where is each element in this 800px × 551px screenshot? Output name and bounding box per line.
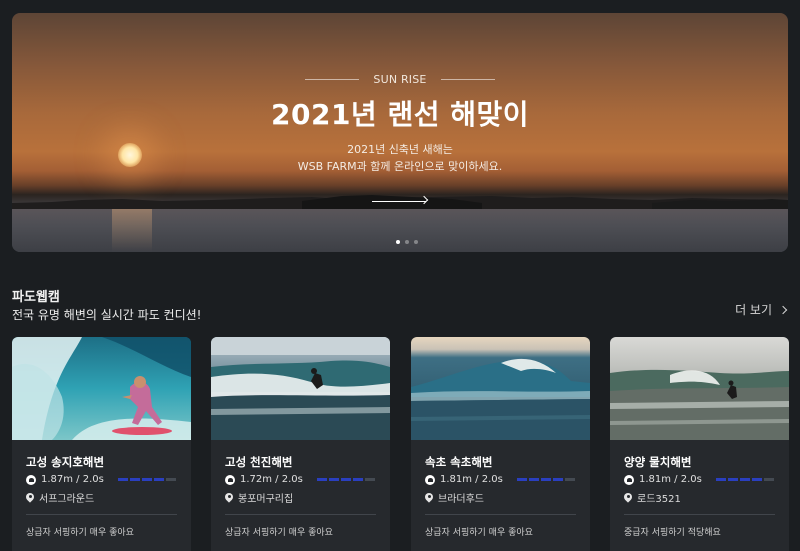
surf-shop[interactable]: 로드3521 [624, 490, 681, 505]
webcam-thumbnail[interactable] [12, 337, 191, 440]
wave-icon [425, 474, 435, 485]
level-bar [764, 478, 774, 481]
hero-eyebrow-text: SUN RISE [373, 73, 427, 86]
sun-reflection [112, 209, 152, 252]
beach-name: 속초 속초해변 [425, 455, 493, 469]
wave-value: 1.87m / 2.0s [41, 474, 104, 485]
location-pin-icon [425, 493, 433, 503]
beach-name: 고성 송지호해변 [26, 455, 105, 469]
eyebrow-line-right [440, 79, 495, 80]
level-bar [341, 478, 351, 481]
hero-subtitle-line1: 2021년 신축년 새해는 [347, 143, 453, 156]
card-divider [425, 514, 576, 515]
surf-shop[interactable]: 브라더후드 [425, 490, 484, 505]
level-bar [365, 478, 375, 481]
wave-icon [624, 474, 634, 485]
surfer-photo-2 [211, 337, 390, 440]
level-bar [130, 478, 140, 481]
card-divider [624, 514, 775, 515]
level-bar [728, 478, 738, 481]
location-pin-icon [225, 493, 233, 503]
level-bar [565, 478, 575, 481]
level-bar [353, 478, 363, 481]
surf-shop[interactable]: 서프그라운드 [26, 490, 94, 505]
chevron-right-icon [778, 305, 788, 314]
level-bar [553, 478, 563, 481]
webcam-thumbnail[interactable] [411, 337, 590, 440]
wave-level-bars [517, 478, 575, 481]
hero-title: 2021년 랜선 해맞이 [271, 98, 529, 131]
surf-shop-name: 봉포머구리집 [238, 494, 294, 505]
level-bar [517, 478, 527, 481]
webcam-card-3[interactable]: 속초 속초해변 1.81m / 2.0s 브라더후드 상급자 서핑하기 매우 좋… [411, 337, 590, 551]
hero-arrow-link[interactable] [372, 194, 429, 208]
level-bar [716, 478, 726, 481]
webcam-thumbnail[interactable] [211, 337, 390, 440]
wave-level-bars [118, 478, 176, 481]
more-link[interactable]: 더 보기 [735, 301, 788, 318]
more-link-label: 더 보기 [735, 303, 772, 317]
wave-photo-3 [411, 337, 590, 440]
wave-value: 1.81m / 2.0s [639, 474, 702, 485]
level-bar [541, 478, 551, 481]
level-bar [740, 478, 750, 481]
surf-shop-name: 로드3521 [637, 494, 681, 505]
level-bar [329, 478, 339, 481]
hero-banner[interactable]: SUN RISE 2021년 랜선 해맞이 2021년 신축년 새해는 WSB … [12, 13, 788, 252]
wave-metric: 1.81m / 2.0s [624, 474, 702, 485]
condition-description: 중급자 서핑하기 적당해요 [624, 528, 721, 538]
wave-metric: 1.87m / 2.0s [26, 474, 104, 485]
surfer-photo-4 [610, 337, 789, 440]
wave-metric: 1.81m / 2.0s [425, 474, 503, 485]
slide-dot-1[interactable] [396, 240, 400, 244]
webcam-thumbnail[interactable] [610, 337, 789, 440]
hero-subtitle-line2: WSB FARM과 함께 온라인으로 맞이하세요. [297, 160, 503, 173]
level-bar [142, 478, 152, 481]
hero-eyebrow: SUN RISE [12, 73, 788, 86]
eyebrow-line-left [305, 79, 360, 80]
surfer-photo-1 [12, 337, 191, 440]
wave-value: 1.72m / 2.0s [240, 474, 303, 485]
section-title: 파도웹캠 [12, 290, 60, 305]
level-bar [752, 478, 762, 481]
condition-description: 상급자 서핑하기 매우 좋아요 [26, 528, 134, 538]
wave-icon [26, 474, 36, 485]
condition-description: 상급자 서핑하기 매우 좋아요 [225, 528, 333, 538]
beach-name: 고성 천진해변 [225, 455, 293, 469]
webcam-card-2[interactable]: 고성 천진해변 1.72m / 2.0s 봉포머구리집 상급자 서핑하기 매우 … [211, 337, 390, 551]
arrow-right-icon [372, 201, 426, 202]
card-divider [26, 514, 177, 515]
arrow-head-icon [419, 195, 429, 205]
level-bar [154, 478, 164, 481]
card-divider [225, 514, 376, 515]
level-bar [529, 478, 539, 481]
level-bar [166, 478, 176, 481]
location-pin-icon [624, 493, 632, 503]
wave-level-bars [317, 478, 375, 481]
webcam-card-4[interactable]: 양양 물치해변 1.81m / 2.0s 로드3521 중급자 서핑하기 적당해… [610, 337, 789, 551]
condition-description: 상급자 서핑하기 매우 좋아요 [425, 528, 533, 538]
wave-value: 1.81m / 2.0s [440, 474, 503, 485]
beach-name: 양양 물치해변 [624, 455, 692, 469]
slide-dot-2[interactable] [405, 240, 409, 244]
wave-icon [225, 474, 235, 485]
surf-shop[interactable]: 봉포머구리집 [225, 490, 293, 505]
wave-metric: 1.72m / 2.0s [225, 474, 303, 485]
section-subtitle: 전국 유명 해변의 실시간 파도 컨디션! [12, 308, 202, 322]
slide-indicator [396, 240, 418, 244]
location-pin-icon [26, 493, 34, 503]
surf-shop-name: 서프그라운드 [39, 494, 95, 505]
level-bar [317, 478, 327, 481]
slide-dot-3[interactable] [414, 240, 418, 244]
webcam-card-1[interactable]: 고성 송지호해변 1.87m / 2.0s 서프그라운드 상급자 서핑하기 매우… [12, 337, 191, 551]
surf-shop-name: 브라더후드 [438, 494, 484, 505]
level-bar [118, 478, 128, 481]
wave-level-bars [716, 478, 774, 481]
